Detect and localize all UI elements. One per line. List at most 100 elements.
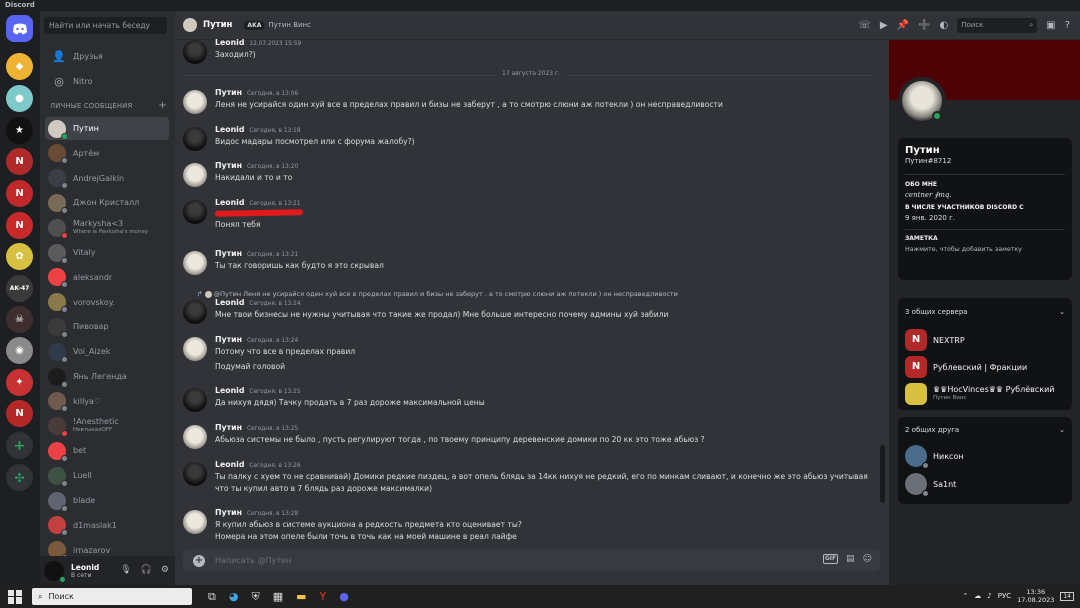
server-icon[interactable]: ◉ [6,337,33,364]
dm-item[interactable]: Янь Легенда [45,365,169,388]
windows-start-icon[interactable] [8,589,22,604]
attach-plus-icon[interactable]: + [193,554,205,567]
mutual-friend-item[interactable]: Никсон [905,445,964,469]
emoji-icon[interactable]: ☺ [863,554,872,564]
dm-item[interactable]: Джон Кристалл [45,191,169,214]
gif-icon[interactable]: GIF [822,554,839,564]
avatar[interactable] [183,90,207,114]
message-author[interactable]: Leonid [215,125,244,134]
message-author[interactable]: Leonid [215,38,244,47]
dm-item[interactable]: Vitaly [45,241,169,264]
dm-item[interactable]: Voi_Aizek [45,340,169,363]
dm-item[interactable]: d1maslak1 [45,514,169,537]
mutual-server-item[interactable]: N Рублевский | Фракции [905,356,1027,378]
server-icon[interactable]: ◆ [6,53,33,80]
server-icon[interactable]: ☠ [6,306,33,333]
avatar[interactable] [183,462,207,486]
dm-item[interactable]: Артём [45,142,169,165]
tray-chevron-icon[interactable]: ⌃ [962,592,968,600]
dm-item[interactable]: killya♡ [45,390,169,413]
avatar[interactable] [183,163,207,187]
clock[interactable]: 13:36 17.08.2023 [1017,588,1054,604]
dm-item[interactable]: Luell [45,464,169,487]
avatar[interactable] [183,40,207,64]
headphones-icon[interactable]: 🎧 [141,565,152,575]
create-dm-icon[interactable]: + [158,101,167,111]
add-server-icon[interactable]: + [6,432,33,459]
message-author[interactable]: Путин [215,161,242,170]
message-author[interactable]: Leonid [215,298,244,307]
yandex-browser-icon[interactable]: Y [320,590,327,604]
inbox-icon[interactable]: ▣ [1046,20,1055,31]
message-author[interactable]: Путин [215,249,242,258]
message-author[interactable]: Путин [215,423,242,432]
avatar[interactable] [183,300,207,324]
server-icon[interactable]: N [6,212,33,239]
discord-taskbar-icon[interactable]: ● [339,590,349,604]
network-icon[interactable]: ☁ [974,592,981,600]
avatar[interactable] [183,388,207,412]
explore-servers-icon[interactable]: ✣ [6,464,33,491]
mutual-servers-toggle[interactable]: 3 общих сервера ⌄ [905,308,1065,316]
server-icon[interactable]: N [6,400,33,427]
voice-call-icon[interactable]: ☏ [858,20,871,31]
dm-item[interactable]: blade [45,489,169,512]
dm-item[interactable]: aleksandr [45,266,169,289]
avatar[interactable] [183,510,207,534]
notification-icon[interactable]: 14 [1060,591,1074,601]
message-author[interactable]: Путин [215,335,242,344]
user-profile-icon[interactable]: ◐ [940,20,949,31]
microphone-icon[interactable]: 🎙 [120,565,131,575]
server-icon[interactable]: ★ [6,117,33,144]
server-icon[interactable]: ✦ [6,369,33,396]
dm-item[interactable]: AndrejGalkin [45,167,169,190]
avatar[interactable] [183,200,207,224]
help-icon[interactable]: ? [1065,20,1070,31]
task-view-icon[interactable]: ⧉ [208,590,216,604]
mutual-friends-toggle[interactable]: 2 общих друга ⌄ [905,426,1065,434]
avatar[interactable] [183,251,207,275]
file-explorer-icon[interactable]: ▬ [296,590,306,604]
message-author[interactable]: Путин [215,88,242,97]
server-icon[interactable]: AK-47 [6,275,33,302]
home-discord-icon[interactable] [6,15,33,42]
server-icon[interactable]: N [6,148,33,175]
dm-item[interactable]: !Anesthetic НевтыкалOFF [45,415,169,438]
avatar[interactable] [183,127,207,151]
message-author[interactable]: Путин [215,508,242,517]
mutual-friend-item[interactable]: Sa1nt [905,473,956,497]
message-author[interactable]: Leonid [215,460,244,469]
server-icon[interactable]: N [6,180,33,207]
mutual-server-item[interactable]: ♛♛HocVinces♛♛ Рублёвский Путин Винс [905,383,1055,405]
settings-icon[interactable]: ⚙ [161,565,169,575]
taskbar-search[interactable]: ⌕ Поиск [32,588,192,605]
dm-item[interactable]: Пивовар [45,315,169,338]
message-author[interactable]: Leonid [215,198,244,207]
avatar[interactable] [44,560,66,583]
message-composer[interactable]: + Написать @Путин GIF ▤ ☺ [183,550,880,571]
mutual-server-item[interactable]: N NEXTRP [905,329,965,351]
video-call-icon[interactable]: ▶ [880,20,888,31]
sidebar-item-friends[interactable]: 👤 Друзья [45,45,169,67]
volume-icon[interactable]: ♪ [987,592,991,600]
reply-preview[interactable]: ↱ @Путин Леня не усирайся один хуй все в… [197,290,678,298]
dm-item[interactable]: Путин [45,117,169,140]
avatar[interactable] [183,337,207,361]
scrollbar[interactable] [880,445,885,503]
language-indicator[interactable]: РУС [998,592,1011,600]
security-icon[interactable]: ⛨ [251,590,259,604]
avatar[interactable] [183,425,207,449]
search-input[interactable]: Поиск ⌕ [957,18,1038,33]
note-input[interactable]: Нажмите, чтобы добавить заметку [905,246,1065,253]
message-author[interactable]: Leonid [215,386,244,395]
dm-item[interactable]: Markysha<3 Where is Pavlusha's money [45,216,169,239]
server-icon[interactable]: ● [6,85,33,112]
add-friends-to-dm-icon[interactable]: ➕ [918,20,930,31]
sticker-icon[interactable]: ▤ [846,554,855,564]
find-conversation-input[interactable]: Найти или начать беседу [44,17,167,34]
dm-item[interactable]: vorovskoy. [45,291,169,314]
server-icon[interactable]: ✿ [6,243,33,270]
edge-icon[interactable]: ◕ [229,590,239,604]
sidebar-item-nitro[interactable]: ◎ Nitro [45,70,169,92]
dm-item[interactable]: bet [45,439,169,462]
